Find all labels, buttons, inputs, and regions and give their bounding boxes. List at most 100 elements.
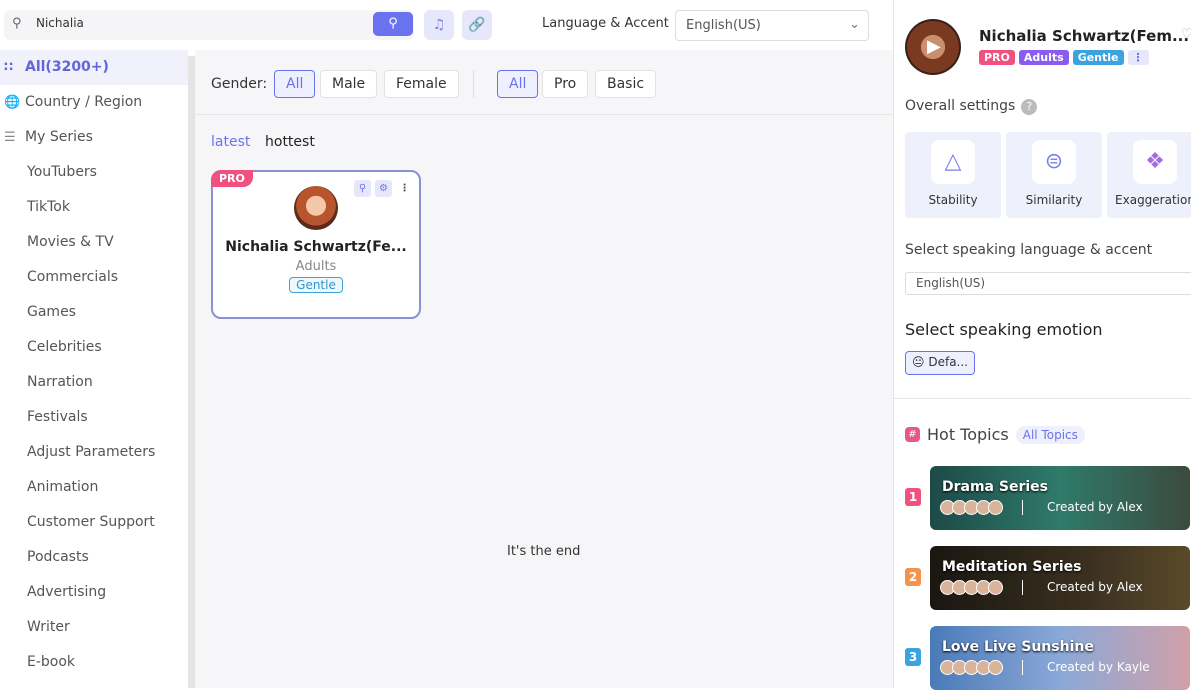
sidebar-item[interactable]: Festivals	[0, 400, 188, 435]
voice-age: Adults	[295, 259, 337, 274]
sidebar-item[interactable]: Writer	[0, 610, 188, 645]
audio-file-button[interactable]: ♫	[424, 10, 454, 40]
sort-latest[interactable]: latest	[211, 134, 250, 150]
sidebar-scrollbar[interactable]	[188, 56, 195, 688]
sidebar-item[interactable]: E-book	[0, 645, 188, 680]
topic-card[interactable]: Love Live Sunshine Created by Kayle	[930, 626, 1190, 690]
sidebar-item-all[interactable]: ∷ All(3200+)	[0, 50, 188, 85]
tag-pro: PRO	[979, 50, 1015, 65]
overall-settings-label: Overall settings	[905, 98, 1016, 114]
sidebar-item-label: Country / Region	[25, 94, 143, 110]
chevron-down-icon: ⌄	[849, 17, 860, 32]
language-value: English(US)	[916, 276, 986, 290]
sidebar-item[interactable]: Adjust Parameters	[0, 435, 188, 470]
setting-similarity[interactable]: ⊜ Similarity	[1006, 132, 1102, 218]
smile-icon: 😐	[912, 355, 925, 369]
play-icon[interactable]: ▶	[927, 36, 941, 57]
link-button[interactable]: 🔗	[462, 10, 492, 40]
voice-detail-panel: ▶ Nichalia Schwartz(Fem... ♡ PRO Adults …	[893, 0, 1191, 690]
more-tags-icon[interactable]: ⋮	[1127, 50, 1149, 65]
language-label: Select speaking language & accent	[905, 242, 1153, 258]
sidebar-item-my-series[interactable]: ☰ My Series	[0, 120, 188, 155]
topic-creator: Created by Kayle	[1022, 660, 1150, 675]
language-select[interactable]: English(US) ⌄	[675, 10, 869, 41]
hot-topics-title: Hot Topics	[927, 425, 1009, 444]
sidebar-item[interactable]: Games	[0, 295, 188, 330]
emotion-select[interactable]: 😐 Defa...	[905, 351, 975, 375]
sidebar-item[interactable]: Movies & TV	[0, 225, 188, 260]
sidebar-item[interactable]: Advertising	[0, 575, 188, 610]
sidebar-item-country[interactable]: 🌐 Country / Region	[0, 85, 188, 120]
top-bar: ⚲ ⚲ ♫ 🔗 Language & Accent English(US) ⌄	[0, 0, 893, 50]
rank-badge: 2	[905, 568, 921, 586]
gender-male[interactable]: Male	[320, 70, 378, 98]
topic-card[interactable]: Drama Series Created by Alex	[930, 466, 1190, 530]
gender-label: Gender:	[211, 76, 268, 92]
topic-title: Love Live Sunshine	[942, 639, 1094, 655]
setting-label: Stability	[928, 193, 978, 207]
broadcast-icon: ❖	[1133, 140, 1177, 184]
gear-icon[interactable]: ⚙	[375, 180, 392, 197]
topic-title: Drama Series	[942, 479, 1048, 495]
more-icon[interactable]: ⋮	[396, 180, 413, 197]
sidebar-item[interactable]: Animation	[0, 470, 188, 505]
emotion-label: Select speaking emotion	[905, 320, 1103, 339]
similarity-icon: ⊜	[1032, 140, 1076, 184]
language-value: English(US)	[686, 18, 761, 33]
tier-pro[interactable]: Pro	[542, 70, 589, 98]
voice-card[interactable]: PRO ⚲ ⚙ ⋮ Nichalia Schwartz(Fe... Adults G…	[211, 170, 421, 319]
voice-name: Nichalia Schwartz(Fem...	[979, 27, 1190, 45]
rank-badge: 3	[905, 648, 921, 666]
pro-badge: PRO	[211, 170, 253, 187]
overall-settings: Overall settings?	[905, 98, 1038, 115]
avatar[interactable]: ▶	[905, 19, 961, 75]
topic-card[interactable]: Meditation Series Created by Alex	[930, 546, 1190, 610]
sidebar-item[interactable]: Narration	[0, 365, 188, 400]
gender-all[interactable]: All	[274, 70, 316, 98]
topic-creator: Created by Alex	[1022, 580, 1143, 595]
search-box: ⚲	[4, 10, 414, 40]
rank-badge: 1	[905, 488, 921, 506]
voice-tag: Gentle	[289, 277, 343, 293]
gender-female[interactable]: Female	[384, 70, 459, 98]
language-label: Language & Accent	[542, 16, 669, 31]
sidebar-item[interactable]: YouTubers	[0, 155, 188, 190]
search-input[interactable]	[36, 16, 336, 30]
help-icon[interactable]: ?	[1021, 99, 1038, 115]
sidebar-item[interactable]: Podcasts	[0, 540, 188, 575]
heart-icon[interactable]: ♡	[1181, 27, 1191, 42]
layers-icon: ☰	[4, 130, 16, 145]
divider	[473, 70, 474, 98]
globe-icon: 🌐	[4, 95, 21, 110]
filter-bar: Gender: All Male Female All Pro Basic	[195, 50, 893, 115]
sidebar-item[interactable]: Customer Support	[0, 505, 188, 540]
topic-creator: Created by Alex	[1022, 500, 1143, 515]
grid-icon: ∷	[4, 60, 14, 75]
search-icon[interactable]: ⚲	[354, 180, 371, 197]
avatar	[294, 186, 338, 230]
sidebar-item[interactable]: Celebrities	[0, 330, 188, 365]
sidebar-item-label: All(3200+)	[25, 59, 109, 75]
emotion-value: Defa...	[928, 355, 968, 369]
speaking-language-select[interactable]: English(US)	[905, 272, 1191, 295]
tag-gentle: Gentle	[1072, 50, 1124, 65]
hash-icon: #	[905, 427, 920, 442]
end-text: It's the end	[507, 544, 581, 559]
sidebar-item[interactable]: Commercials	[0, 260, 188, 295]
search-icon: ⚲	[12, 16, 22, 31]
setting-stability[interactable]: △ Stability	[905, 132, 1001, 218]
search-button[interactable]: ⚲	[373, 12, 413, 36]
setting-label: Similarity	[1025, 193, 1083, 207]
sidebar: ∷ All(3200+) 🌐 Country / Region ☰ My Series…	[0, 50, 188, 688]
setting-exaggeration[interactable]: ❖ Exaggeration	[1107, 132, 1191, 218]
sidebar-item[interactable]: TikTok	[0, 190, 188, 225]
setting-label: Exaggeration	[1115, 193, 1191, 207]
all-topics-button[interactable]: All Topics	[1015, 425, 1085, 444]
topic-title: Meditation Series	[942, 559, 1082, 575]
topic-avatars	[940, 580, 1003, 595]
main-content: Gender: All Male Female All Pro Basic la…	[195, 50, 893, 688]
tier-basic[interactable]: Basic	[595, 70, 657, 98]
sort-hottest[interactable]: hottest	[265, 134, 315, 150]
tag-adults: Adults	[1018, 50, 1069, 65]
tier-all[interactable]: All	[497, 70, 539, 98]
